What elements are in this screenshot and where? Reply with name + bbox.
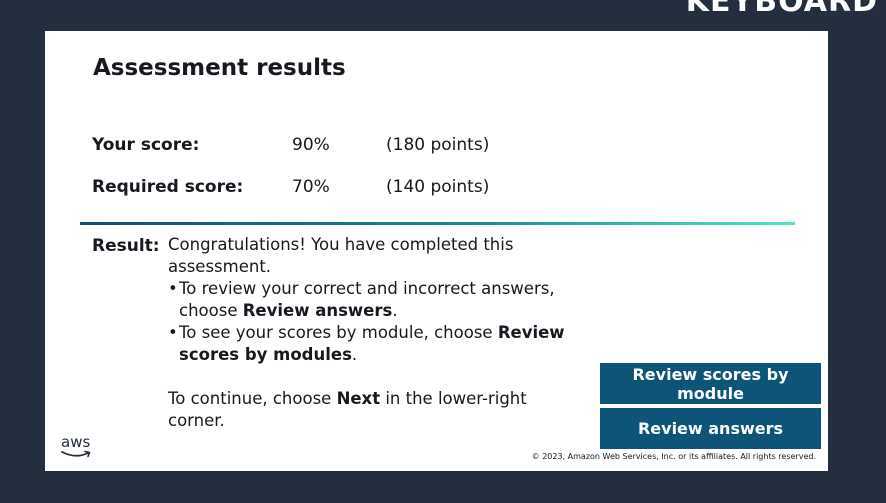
review-answers-button[interactable]: Review answers — [600, 408, 821, 449]
aws-smile-icon — [61, 450, 91, 458]
divider — [80, 222, 795, 225]
required-score-label: Required score: — [92, 177, 244, 197]
instruction-review-answers: To review your correct and incorrect ans… — [168, 278, 578, 322]
assessment-results-card: Assessment results Your score: 90% (180 … — [45, 31, 828, 471]
your-score-points: (180 points) — [386, 135, 490, 155]
result-label: Result: — [92, 236, 160, 256]
page-title: Assessment results — [93, 55, 346, 81]
result-message: Congratulations! You have completed this… — [168, 234, 578, 432]
aws-logo-text: aws — [61, 433, 91, 451]
congratulations-text: Congratulations! You have completed this… — [168, 235, 514, 276]
required-score-percent: 70% — [292, 177, 330, 197]
corner-heading-fragment: KEYBOARD — [685, 0, 878, 19]
instruction-review-modules: To see your scores by module, choose Rev… — [168, 322, 578, 366]
your-score-percent: 90% — [292, 135, 330, 155]
copyright-notice: © 2023, Amazon Web Services, Inc. or its… — [531, 452, 816, 461]
aws-logo: aws — [61, 434, 95, 460]
required-score-points: (140 points) — [386, 177, 490, 197]
review-scores-by-module-button[interactable]: Review scores by module — [600, 363, 821, 404]
continue-instruction: To continue, choose Next in the lower-ri… — [168, 389, 527, 430]
instructions-list: To review your correct and incorrect ans… — [168, 278, 578, 366]
your-score-label: Your score: — [92, 135, 200, 155]
